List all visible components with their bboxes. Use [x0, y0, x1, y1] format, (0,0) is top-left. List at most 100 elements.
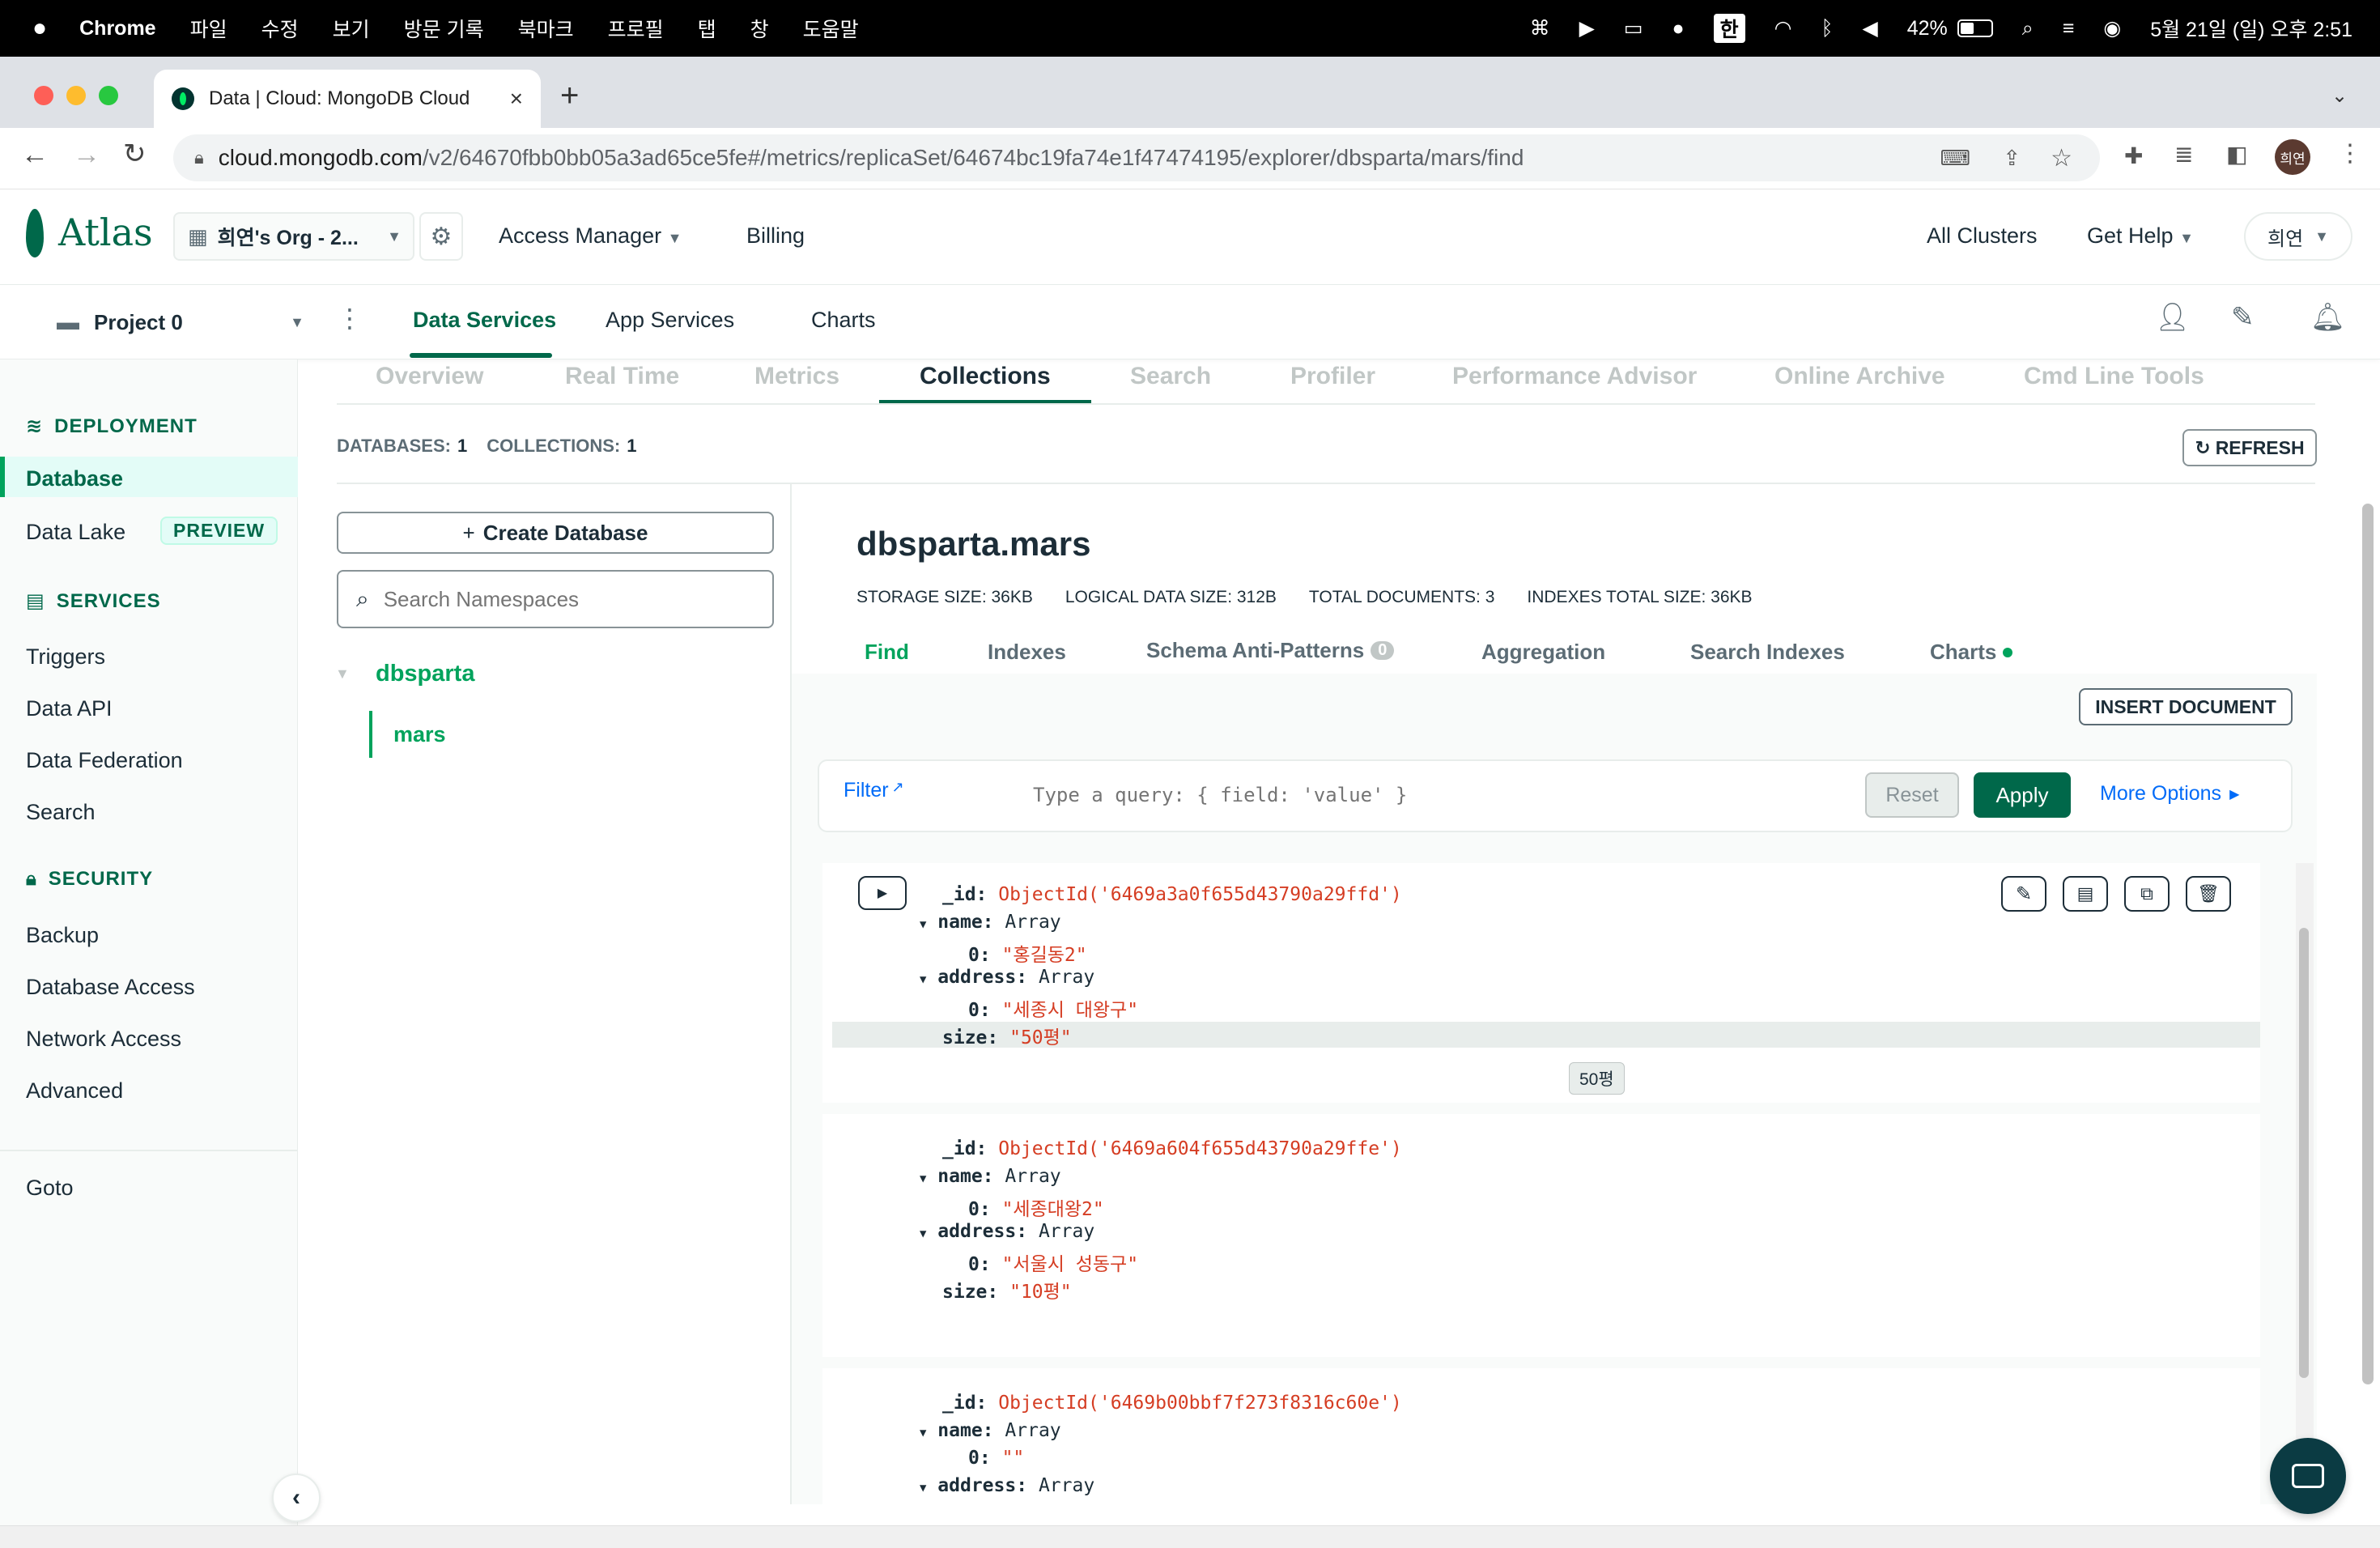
chat-support-button[interactable] [2270, 1438, 2346, 1514]
menu-window[interactable]: 창 [750, 14, 769, 43]
tab-overview[interactable]: Overview [376, 363, 483, 390]
atlas-logo-text[interactable]: Atlas [58, 211, 153, 254]
close-window-button[interactable] [34, 86, 53, 105]
doc2-name-value[interactable]: "세종대왕2" [1002, 1199, 1104, 1220]
apple-icon[interactable]: ● [32, 15, 47, 42]
caret-down-icon[interactable]: ▼ [920, 973, 926, 986]
sidebar-item-triggers[interactable]: Triggers [26, 644, 105, 670]
access-manager-link[interactable]: Access Manager ▼ [499, 223, 682, 249]
forward-icon[interactable]: → [73, 139, 100, 171]
menu-profile[interactable]: 프로필 [608, 14, 664, 43]
chrome-menu-icon[interactable]: ⋮ [2338, 139, 2362, 168]
doc3-name-value[interactable]: "" [1002, 1448, 1025, 1469]
invite-user-icon[interactable]: 👤︎ [2155, 301, 2190, 334]
address-bar[interactable]: 🔒︎ cloud.mongodb.com/v2/64670fbb0bb05a3a… [173, 134, 2100, 181]
bell-icon[interactable]: 🔔︎ [2310, 301, 2345, 334]
caret-down-icon[interactable]: ▼ [920, 1427, 926, 1440]
lock-icon[interactable]: 🔒︎ [194, 147, 204, 168]
more-options-link[interactable]: More Options ▶ [2100, 782, 2239, 806]
reload-icon[interactable]: ↻ [123, 138, 147, 170]
page-scrollbar-thumb[interactable] [2362, 504, 2374, 1384]
doc2-size-value[interactable]: "10평" [1009, 1282, 1072, 1303]
atlas-leaf-logo-icon[interactable] [26, 209, 44, 257]
tab-profiler[interactable]: Profiler [1290, 363, 1375, 390]
tab-search-indexes[interactable]: Search Indexes [1690, 640, 1845, 665]
edit-document-button[interactable]: ✎ [2001, 876, 2046, 912]
tab-charts[interactable]: Charts [811, 308, 876, 333]
org-settings-button[interactable]: ⚙ [419, 212, 463, 261]
new-tab-icon[interactable]: + [560, 78, 579, 114]
sidebar-item-backup[interactable]: Backup [26, 923, 99, 948]
translate-icon[interactable]: ⌨ [1940, 146, 1970, 171]
filter-query-input[interactable] [1033, 776, 1847, 814]
menu-help[interactable]: 도움말 [803, 14, 859, 43]
search-namespaces-input[interactable] [383, 586, 740, 612]
sidebar-item-database[interactable]: Database [26, 466, 123, 491]
tab-schema-anti-patterns[interactable]: Schema Anti-Patterns 0 [1146, 638, 1395, 663]
collection-item-mars[interactable]: mars [393, 722, 446, 747]
apply-button[interactable]: Apply [1974, 772, 2071, 818]
sidebar-item-database-access[interactable]: Database Access [26, 975, 195, 1000]
tab-performance-advisor[interactable]: Performance Advisor [1452, 363, 1697, 390]
reading-list-icon[interactable]: ≣ [2174, 141, 2193, 168]
doc1-id[interactable]: ObjectId('6469a3a0f655d43790a29ffd') [998, 884, 1402, 905]
minimize-window-button[interactable] [66, 86, 86, 105]
menu-edit[interactable]: 수정 [261, 14, 299, 43]
database-item-dbsparta[interactable]: dbsparta [376, 661, 474, 687]
caret-down-icon[interactable]: ▼ [920, 1172, 926, 1185]
sidebar-item-search[interactable]: Search [26, 800, 96, 825]
get-help-menu[interactable]: Get Help ▼ [2087, 223, 2194, 249]
sidebar-item-advanced[interactable]: Advanced [26, 1078, 123, 1104]
sidebar-item-data-federation[interactable]: Data Federation [26, 748, 183, 773]
clock[interactable]: 5월 21일 (일) 오후 2:51 [2150, 14, 2352, 43]
project-more-icon[interactable]: ⋮ [337, 303, 363, 334]
tab-aggregation[interactable]: Aggregation [1481, 640, 1605, 665]
activity-feed-icon[interactable]: ✎ [2231, 301, 2255, 334]
caret-down-icon[interactable]: ▼ [920, 1482, 926, 1495]
volume-icon[interactable]: ◀ [1862, 16, 1877, 40]
back-icon[interactable]: ← [21, 139, 49, 171]
tab-data-services[interactable]: Data Services [413, 308, 556, 333]
chat-icon[interactable]: ● [1672, 17, 1685, 40]
wifi-icon[interactable]: ◠ [1774, 16, 1792, 40]
org-selector[interactable]: ▦ 희연's Org - 2... ▼ [173, 212, 414, 261]
tab-find[interactable]: Find [865, 640, 909, 665]
menu-history[interactable]: 방문 기록 [404, 14, 484, 43]
siri-icon[interactable]: ◉ [2103, 16, 2121, 40]
doc2-id[interactable]: ObjectId('6469a604f655d43790a29ffe') [998, 1138, 1402, 1159]
command-icon[interactable]: ⌘ [1530, 16, 1550, 40]
clone-document-button[interactable]: ⧉ [2124, 876, 2170, 912]
insert-document-button[interactable]: INSERT DOCUMENT [2079, 688, 2293, 725]
bookmark-star-icon[interactable]: ☆ [2051, 144, 2072, 172]
doc1-address-value[interactable]: "세종시 대왕구" [1002, 1000, 1139, 1021]
doc1-size-value[interactable]: "50평" [1009, 1027, 1072, 1048]
spotlight-icon[interactable]: ⌕ [2022, 17, 2034, 40]
doc3-id[interactable]: ObjectId('6469b00bbf7f273f8316c60e') [998, 1393, 1402, 1414]
screen-icon[interactable]: ▭ [1624, 16, 1643, 40]
delete-document-button[interactable]: 🗑︎ [2186, 876, 2231, 912]
sidebar-item-data-lake[interactable]: Data Lake [26, 520, 125, 545]
input-method[interactable]: 한 [1713, 14, 1745, 43]
side-panel-icon[interactable]: ◧ [2226, 141, 2247, 168]
search-namespaces-field[interactable]: ⌕ [337, 570, 774, 628]
tab-search[interactable]: Search [1130, 363, 1211, 390]
collapse-sidebar-button[interactable]: ‹ [272, 1474, 321, 1522]
menu-tab[interactable]: 탭 [698, 14, 716, 43]
doc2-address-value[interactable]: "서울시 성동구" [1002, 1254, 1139, 1275]
create-database-button[interactable]: + Create Database [337, 512, 774, 554]
project-selector[interactable]: ▬ Project 0 ▼ [57, 304, 304, 340]
browser-tab-active[interactable]: Data | Cloud: MongoDB Cloud × [154, 70, 541, 128]
menu-bookmarks[interactable]: 북마크 [518, 14, 574, 43]
menu-file[interactable]: 파일 [190, 14, 227, 43]
sidebar-item-network-access[interactable]: Network Access [26, 1027, 181, 1052]
tab-charts-collection[interactable]: Charts [1930, 640, 2013, 665]
expand-document-button[interactable]: ▶ [858, 876, 907, 910]
caret-down-icon[interactable]: ▼ [920, 1227, 926, 1240]
all-clusters-link[interactable]: All Clusters [1927, 223, 2038, 249]
tab-cmd-line-tools[interactable]: Cmd Line Tools [2024, 363, 2204, 390]
results-scrollbar-thumb[interactable] [2299, 928, 2309, 1378]
billing-link[interactable]: Billing [746, 223, 805, 249]
play-icon[interactable]: ▶ [1579, 16, 1595, 40]
menubar-app-name[interactable]: Chrome [79, 17, 155, 40]
extensions-icon[interactable]: ✚ [2124, 142, 2143, 169]
